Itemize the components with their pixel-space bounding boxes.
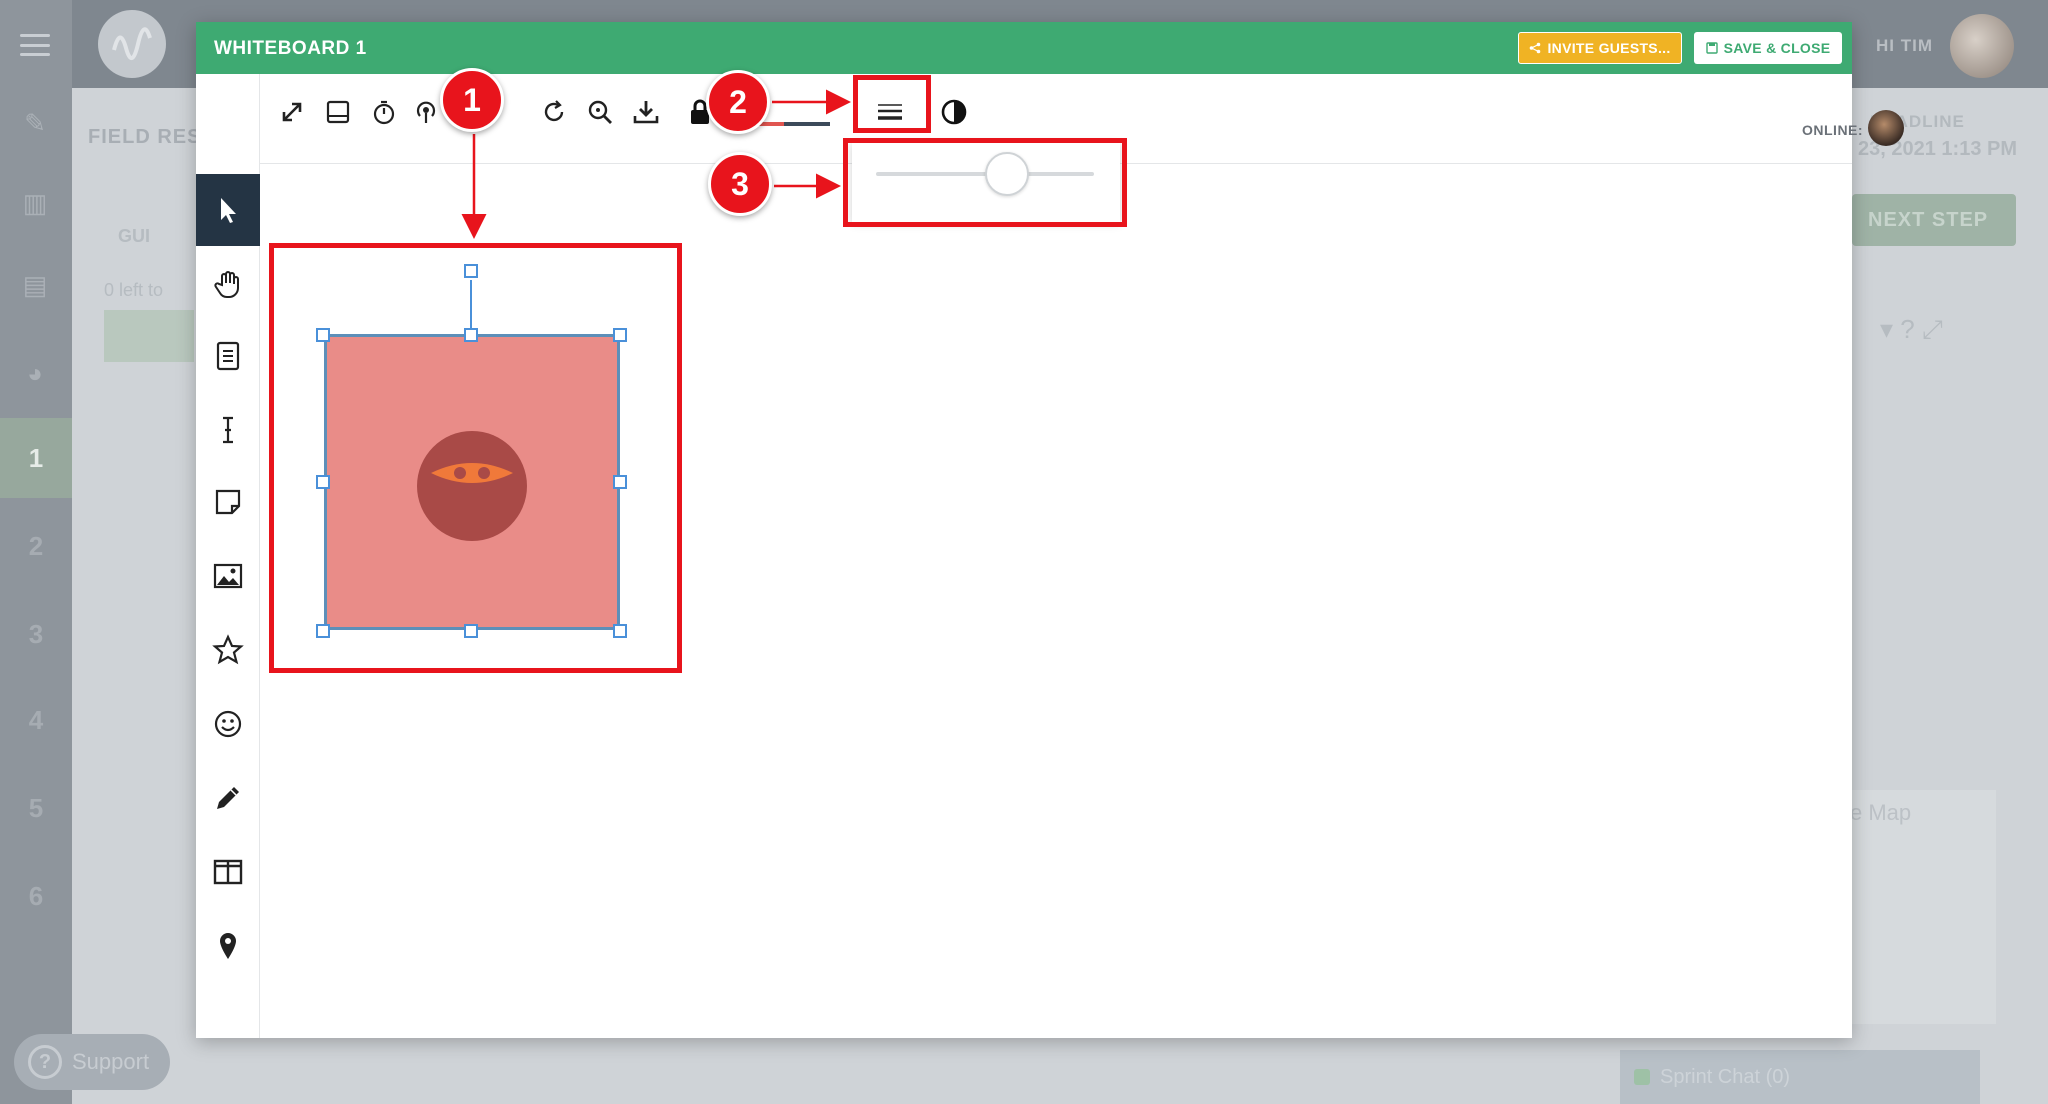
- text-cursor-icon[interactable]: [196, 394, 260, 466]
- invite-guests-button[interactable]: INVITE GUESTS...: [1518, 32, 1682, 64]
- palette-icon[interactable]: ◕: [18, 358, 52, 388]
- emoji-icon[interactable]: [196, 688, 260, 760]
- sidebar-step-4[interactable]: 4: [0, 680, 72, 760]
- dashboard-icon[interactable]: ▤: [18, 270, 52, 300]
- highlight-box-slider: [843, 138, 1127, 227]
- timer-icon[interactable]: [366, 94, 402, 130]
- remaining-text: 0 left to: [104, 280, 164, 300]
- sprint-chat-label: Sprint Chat (0): [1660, 1065, 1791, 1088]
- sidebar-step-5[interactable]: 5: [0, 768, 72, 848]
- tool-rail: [196, 74, 260, 1038]
- callout-2: 2: [706, 70, 770, 134]
- greeting-text: HI TIM: [1876, 36, 1933, 55]
- next-step-button[interactable]: NEXT STEP: [1852, 194, 2016, 246]
- rotate-icon[interactable]: [536, 94, 572, 130]
- online-user-avatar[interactable]: [1868, 110, 1904, 146]
- modal-title: WHITEBOARD 1: [214, 38, 367, 59]
- sticky-note-icon[interactable]: [196, 466, 260, 538]
- modal-header: WHITEBOARD 1 INVITE GUESTS... SAVE & CLO…: [196, 22, 1852, 74]
- stroke-color-icon[interactable]: [784, 94, 830, 130]
- callout-3: 3: [708, 152, 772, 216]
- opacity-icon[interactable]: [936, 94, 972, 130]
- floppy-icon: [1705, 42, 1718, 54]
- callout-1: 1: [440, 68, 504, 132]
- wrench-icon[interactable]: ✎: [18, 108, 52, 138]
- sidebar-step-2[interactable]: 2: [0, 506, 72, 586]
- highlight-box-opacity-button: [853, 75, 931, 133]
- support-button[interactable]: ? Support: [14, 1034, 170, 1090]
- save-close-button[interactable]: SAVE & CLOSE: [1694, 32, 1842, 64]
- expand-icon[interactable]: [274, 94, 310, 130]
- user-avatar[interactable]: [1950, 14, 2014, 78]
- map-card-title: e Map: [1850, 800, 1912, 825]
- progress-block: [104, 310, 194, 362]
- sprint-chat-bar[interactable]: Sprint Chat (0): [1620, 1050, 1980, 1104]
- online-label: ONLINE:: [1802, 122, 1864, 138]
- save-close-label: SAVE & CLOSE: [1723, 40, 1831, 56]
- support-label: Support: [72, 1049, 150, 1074]
- help-expand-icons[interactable]: ▾ ? ⤢: [1880, 314, 1943, 346]
- map-pin-icon[interactable]: [196, 910, 260, 982]
- help-icon: ?: [28, 1045, 62, 1079]
- pencil-icon[interactable]: [196, 762, 260, 834]
- tablet-icon[interactable]: [320, 94, 356, 130]
- chat-status-icon: [1634, 1069, 1650, 1085]
- highlight-box-image: [269, 243, 682, 673]
- zoom-icon[interactable]: [582, 94, 618, 130]
- broadcast-icon[interactable]: [408, 94, 444, 130]
- hand-pan-icon[interactable]: [196, 248, 260, 320]
- columns-layout-icon[interactable]: [196, 836, 260, 908]
- document-icon[interactable]: [196, 320, 260, 392]
- sidebar-step-6[interactable]: 6: [0, 856, 72, 936]
- bar-chart-icon[interactable]: ▥: [18, 188, 52, 218]
- download-icon[interactable]: [628, 94, 664, 130]
- page-title: FIELD RES: [88, 126, 202, 148]
- hamburger-menu-icon[interactable]: [20, 34, 50, 56]
- share-icon: [1530, 42, 1541, 54]
- invite-guests-label: INVITE GUESTS...: [1547, 40, 1671, 56]
- star-icon[interactable]: [196, 614, 260, 686]
- guide-tab[interactable]: GUI: [118, 226, 150, 247]
- select-pointer-icon[interactable]: [196, 174, 260, 246]
- sidebar-step-1[interactable]: 1: [0, 418, 72, 498]
- image-icon[interactable]: [196, 540, 260, 612]
- app-logo: [98, 10, 166, 78]
- sidebar-step-3[interactable]: 3: [0, 594, 72, 674]
